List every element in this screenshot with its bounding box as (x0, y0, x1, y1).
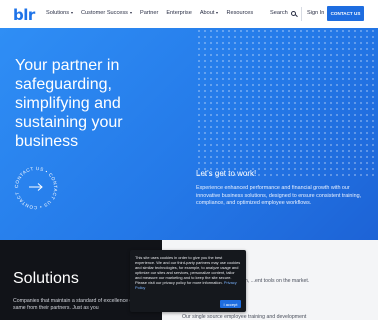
menu-item-label: About (199, 10, 215, 16)
accept-cookies-button[interactable]: I accept (220, 300, 241, 308)
menu-item-enterprise[interactable]: Enterprise (166, 10, 192, 16)
menu-item-resources[interactable]: Resources (226, 10, 253, 16)
sign-in-link[interactable]: Sign In (307, 10, 324, 16)
chevron-down-icon (71, 12, 74, 14)
menu-item-about[interactable]: About (200, 10, 219, 16)
menu-item-customer-success[interactable]: Customer Success (81, 10, 132, 16)
chevron-down-icon (216, 12, 219, 14)
main-menu: Solutions Customer Success Partner Enter… (46, 10, 261, 16)
search-label: Search (270, 10, 288, 16)
cta-description: Experience enhanced performance and fina… (196, 185, 362, 207)
menu-item-label: Partner (139, 10, 159, 16)
solutions-heading: Solutions (13, 270, 79, 287)
menu-item-label: Resources (226, 10, 254, 16)
search-icon (290, 10, 296, 16)
menu-item-label: Solutions (46, 10, 70, 16)
menu-item-solutions[interactable]: Solutions (46, 10, 74, 16)
dot-pattern (196, 28, 378, 178)
hero-section: Your partner in safeguarding, simplifyin… (0, 28, 378, 240)
menu-item-label: Customer Success (81, 10, 128, 16)
cookie-banner: This site uses cookies in order to give … (130, 250, 246, 312)
cookie-text-block: This site uses cookies in order to give … (135, 255, 241, 290)
chevron-down-icon (129, 12, 132, 14)
cta-heading: Let's get to work! (196, 169, 257, 178)
nav-divider (301, 7, 302, 21)
hero-title: Your partner in safeguarding, simplifyin… (15, 57, 123, 150)
info-description-2: Our single source employee training and … (182, 314, 307, 320)
search-button[interactable]: Search (270, 10, 296, 16)
menu-item-partner[interactable]: Partner (140, 10, 158, 16)
top-nav: blr Solutions Customer Success Partner E… (0, 0, 378, 28)
menu-item-label: Enterprise (166, 10, 192, 16)
contact-us-button[interactable]: CONTACT US (327, 6, 364, 21)
blr-logo[interactable]: blr (13, 6, 35, 24)
arrow-right-icon (29, 183, 43, 191)
